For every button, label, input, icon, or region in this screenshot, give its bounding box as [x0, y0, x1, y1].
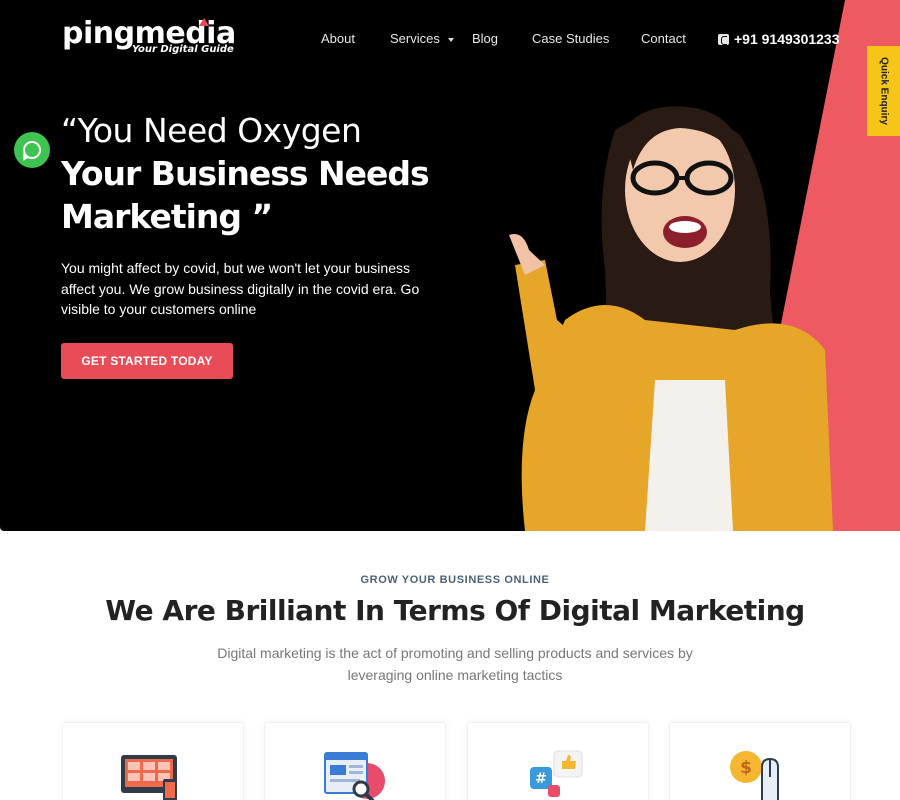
section-eyebrow: GROW YOUR BUSINESS ONLINE: [360, 574, 550, 586]
phone-link[interactable]: +91 9149301233: [718, 31, 840, 47]
hero-heading-line1: “You Need Oxygen: [61, 111, 362, 150]
service-card[interactable]: [264, 722, 446, 800]
hero-heading-line2: Your Business Needs: [61, 154, 430, 193]
web-design-icon: [121, 755, 177, 800]
social-media-icon: #: [530, 750, 583, 797]
nav-item-services[interactable]: Services: [390, 31, 454, 47]
svg-text:$: $: [740, 758, 752, 778]
get-started-button[interactable]: GET STARTED TODAY: [61, 343, 233, 379]
service-card[interactable]: #: [467, 722, 649, 800]
service-card[interactable]: $: [669, 722, 851, 800]
quick-enquiry-label: Quick Enquiry: [878, 57, 889, 125]
quick-enquiry-tab[interactable]: Quick Enquiry: [867, 46, 900, 136]
nav-item-contact[interactable]: Contact: [641, 31, 686, 47]
hero-heading-line3: Marketing ”: [61, 197, 273, 236]
nav-item-about[interactable]: About: [321, 31, 355, 47]
whatsapp-button[interactable]: [14, 132, 50, 168]
logo-triangle-icon: [199, 18, 209, 26]
section-title: We Are Brilliant In Terms Of Digital Mar…: [105, 594, 805, 627]
whatsapp-icon: [23, 141, 41, 159]
hero-woman-photo: [509, 106, 833, 531]
seo-analytics-icon: [324, 752, 385, 800]
hero-paragraph: You might affect by covid, but we won't …: [61, 260, 420, 317]
ppc-icon: $: [730, 751, 779, 800]
hero-section: pingmedia Your Digital Guide About Servi…: [0, 0, 900, 531]
chevron-down-icon: [447, 37, 454, 42]
nav-item-blog[interactable]: Blog: [472, 31, 498, 47]
phone-icon: [718, 33, 729, 45]
service-card[interactable]: [62, 722, 244, 800]
phone-number: +91 9149301233: [734, 31, 840, 47]
nav-item-services-label: Services: [390, 31, 440, 46]
svg-text:#: #: [535, 771, 547, 787]
nav-item-case-studies[interactable]: Case Studies: [532, 31, 609, 47]
section-subtitle: Digital marketing is the act of promotin…: [217, 645, 693, 683]
